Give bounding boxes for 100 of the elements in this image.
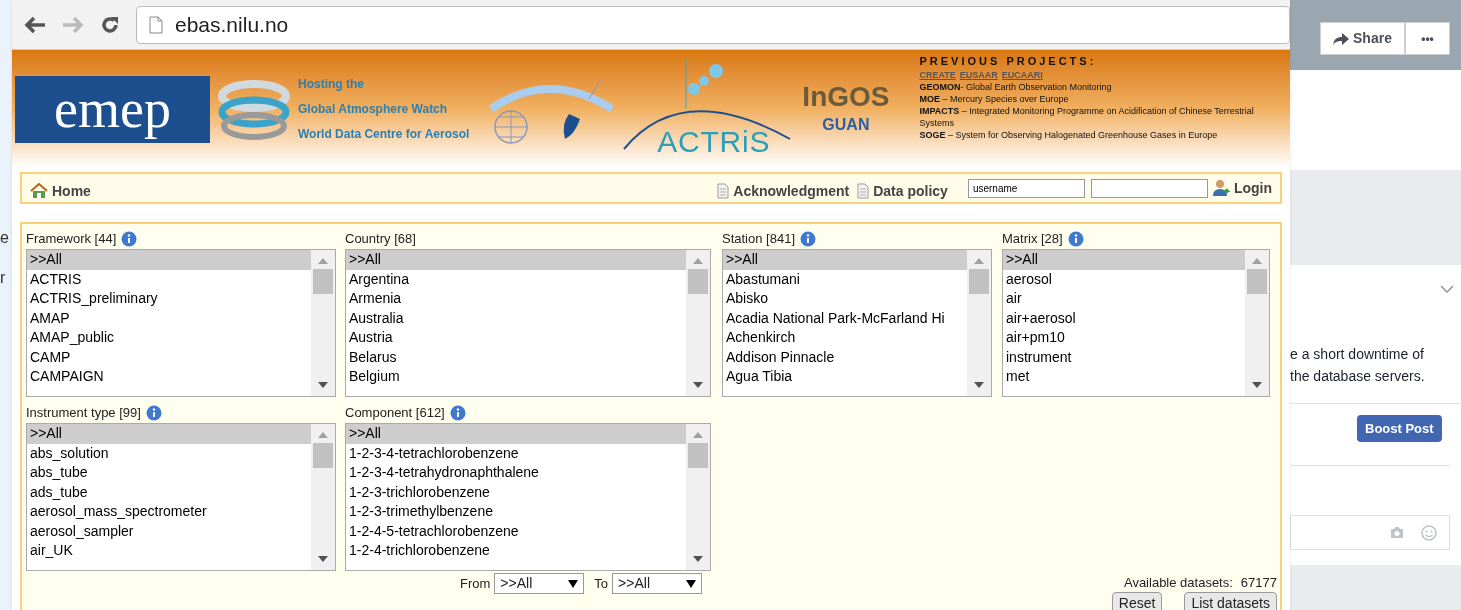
scrollbar[interactable]	[686, 424, 710, 570]
list-option[interactable]: 1-2-3-trimethylbenzene	[346, 502, 686, 522]
list-box[interactable]: >>All ACTRIS ACTRIS_preliminary AMAP AMAP_public CAMP CAMPAIGN	[26, 249, 336, 397]
list-option[interactable]: Armenia	[346, 289, 686, 309]
list-option[interactable]: ACTRIS	[27, 269, 311, 289]
list-option[interactable]: CAMPAIGN	[27, 367, 311, 387]
list-box[interactable]: >>All 1-2-3-4-tetrachlorobenzene 1-2-3-4-tetrahydronaphthalene 1-2-3-trichlorobenzene 1-2-3-trimethylbenzene 1-2-4-5-tetrachlorobenzene 1-2-4-trichlorobenzene	[345, 423, 711, 571]
info-icon[interactable]	[121, 230, 138, 247]
list-box[interactable]: >>All Argentina Armenia Australia Austria Belarus Belgium	[345, 249, 711, 397]
login-link[interactable]: Login	[1211, 177, 1272, 199]
scroll-up-arrow-icon[interactable]	[1252, 258, 1262, 264]
list-option[interactable]: abs_solution	[27, 443, 311, 463]
list-option[interactable]: 1-2-3-4-tetrachlorobenzene	[346, 443, 686, 463]
more-button[interactable]: •••	[1405, 22, 1450, 55]
boost-post-button[interactable]: Boost Post	[1357, 415, 1442, 442]
password-field[interactable]	[1090, 178, 1208, 198]
info-icon[interactable]	[800, 230, 816, 247]
scrollbar[interactable]	[311, 250, 335, 396]
scrollbar[interactable]	[686, 250, 710, 396]
list-option[interactable]: air+aerosol	[1003, 308, 1245, 328]
list-option[interactable]: >>All	[27, 250, 311, 270]
scroll-down-arrow-icon[interactable]	[693, 556, 703, 562]
scroll-up-arrow-icon[interactable]	[974, 258, 984, 264]
list-option[interactable]: >>All	[346, 424, 686, 444]
scroll-down-arrow-icon[interactable]	[318, 556, 328, 562]
scroll-thumb[interactable]	[313, 269, 333, 294]
list-option[interactable]: aerosol	[1003, 269, 1245, 289]
info-icon[interactable]	[449, 404, 466, 421]
list-option[interactable]: Achenkirch	[723, 328, 967, 348]
list-option[interactable]: Agua Tibia	[723, 367, 967, 387]
list-option[interactable]: instrument	[1003, 347, 1245, 367]
list-option[interactable]: Acadia National Park-McFarland Hi	[723, 308, 967, 328]
list-option[interactable]: Addison Pinnacle	[723, 347, 967, 367]
scroll-thumb[interactable]	[688, 443, 708, 468]
period-dropdown[interactable]: >>All	[612, 573, 703, 594]
form-button[interactable]: Reset	[1111, 592, 1163, 610]
scroll-thumb[interactable]	[688, 269, 708, 294]
chevron-icon[interactable]	[1440, 285, 1454, 293]
scrollbar[interactable]	[967, 250, 991, 396]
scroll-up-arrow-icon[interactable]	[693, 258, 703, 264]
list-option[interactable]: >>All	[27, 424, 311, 444]
list-option[interactable]: Belarus	[346, 347, 686, 367]
scroll-down-arrow-icon[interactable]	[1252, 382, 1262, 388]
forward-arrow-icon[interactable]	[62, 15, 84, 34]
list-option[interactable]: Abisko	[723, 289, 967, 309]
list-option[interactable]: Abastumani	[723, 269, 967, 289]
list-option[interactable]: >>All	[1003, 250, 1245, 270]
available-count: 67177	[1240, 574, 1277, 592]
list-option[interactable]: air	[1003, 289, 1245, 309]
scroll-thumb[interactable]	[1247, 269, 1267, 294]
form-button[interactable]: List datasets	[1184, 592, 1277, 610]
back-arrow-icon[interactable]	[24, 15, 46, 34]
list-option[interactable]: 1-2-4-5-tetrachlorobenzene	[346, 521, 686, 541]
list-option[interactable]: Australia	[346, 308, 686, 328]
camera-icon[interactable]	[1389, 526, 1405, 539]
list-option[interactable]: 1-2-3-trichlorobenzene	[346, 482, 686, 502]
scrollbar[interactable]	[1245, 250, 1269, 396]
list-box[interactable]: >>All Abastumani Abisko Acadia National Park-McFarland Hi Achenkirch Addison Pinnacle Agua Tibia	[722, 249, 992, 397]
comment-field[interactable]	[1290, 515, 1450, 550]
scroll-up-arrow-icon[interactable]	[318, 258, 328, 264]
list-box[interactable]: >>All aerosol air air+aerosol air+pm10 instrument met	[1002, 249, 1270, 397]
list-option[interactable]: abs_tube	[27, 463, 311, 483]
scrollbar[interactable]	[311, 424, 335, 570]
list-option[interactable]: ACTRIS_preliminary	[27, 289, 311, 309]
reload-icon[interactable]	[100, 14, 120, 35]
info-icon[interactable]	[1067, 230, 1084, 247]
nav-link[interactable]: Data policy	[857, 180, 948, 202]
list-option[interactable]: ads_tube	[27, 482, 311, 502]
list-option[interactable]: CAMP	[27, 347, 311, 367]
list-option[interactable]: 1-2-3-4-tetrahydronaphthalene	[346, 463, 686, 483]
smiley-icon[interactable]	[1421, 524, 1437, 541]
share-button[interactable]: Share	[1320, 22, 1405, 55]
period-dropdown[interactable]: >>All	[494, 573, 585, 594]
nav-link[interactable]: Acknowledgment	[717, 180, 850, 202]
list-option[interactable]: AMAP	[27, 308, 311, 328]
list-option[interactable]: aerosol_sampler	[27, 521, 311, 541]
list-option[interactable]: >>All	[723, 250, 967, 270]
list-option[interactable]: 1-2-4-trichlorobenzene	[346, 541, 686, 561]
home-link[interactable]: Home	[30, 180, 91, 202]
scroll-down-arrow-icon[interactable]	[318, 382, 328, 388]
address-bar[interactable]: ebas.nilu.no	[136, 5, 1290, 44]
username-field[interactable]: username	[967, 178, 1085, 198]
scroll-down-arrow-icon[interactable]	[974, 382, 984, 388]
background-letter: r	[0, 268, 7, 288]
list-option[interactable]: AMAP_public	[27, 328, 311, 348]
scroll-down-arrow-icon[interactable]	[693, 382, 703, 388]
list-option[interactable]: met	[1003, 367, 1245, 387]
info-icon[interactable]	[145, 404, 162, 421]
list-option[interactable]: Belgium	[346, 367, 686, 387]
list-option[interactable]: >>All	[346, 250, 686, 270]
scroll-up-arrow-icon[interactable]	[693, 432, 703, 438]
list-option[interactable]: aerosol_mass_spectrometer	[27, 502, 311, 522]
list-option[interactable]: Austria	[346, 328, 686, 348]
scroll-up-arrow-icon[interactable]	[318, 432, 328, 438]
list-box[interactable]: >>All abs_solution abs_tube ads_tube aerosol_mass_spectrometer aerosol_sampler air_UK	[26, 423, 336, 571]
list-option[interactable]: air_UK	[27, 541, 311, 561]
scroll-thumb[interactable]	[313, 443, 333, 468]
list-option[interactable]: air+pm10	[1003, 328, 1245, 348]
scroll-thumb[interactable]	[969, 269, 989, 294]
list-option[interactable]: Argentina	[346, 269, 686, 289]
